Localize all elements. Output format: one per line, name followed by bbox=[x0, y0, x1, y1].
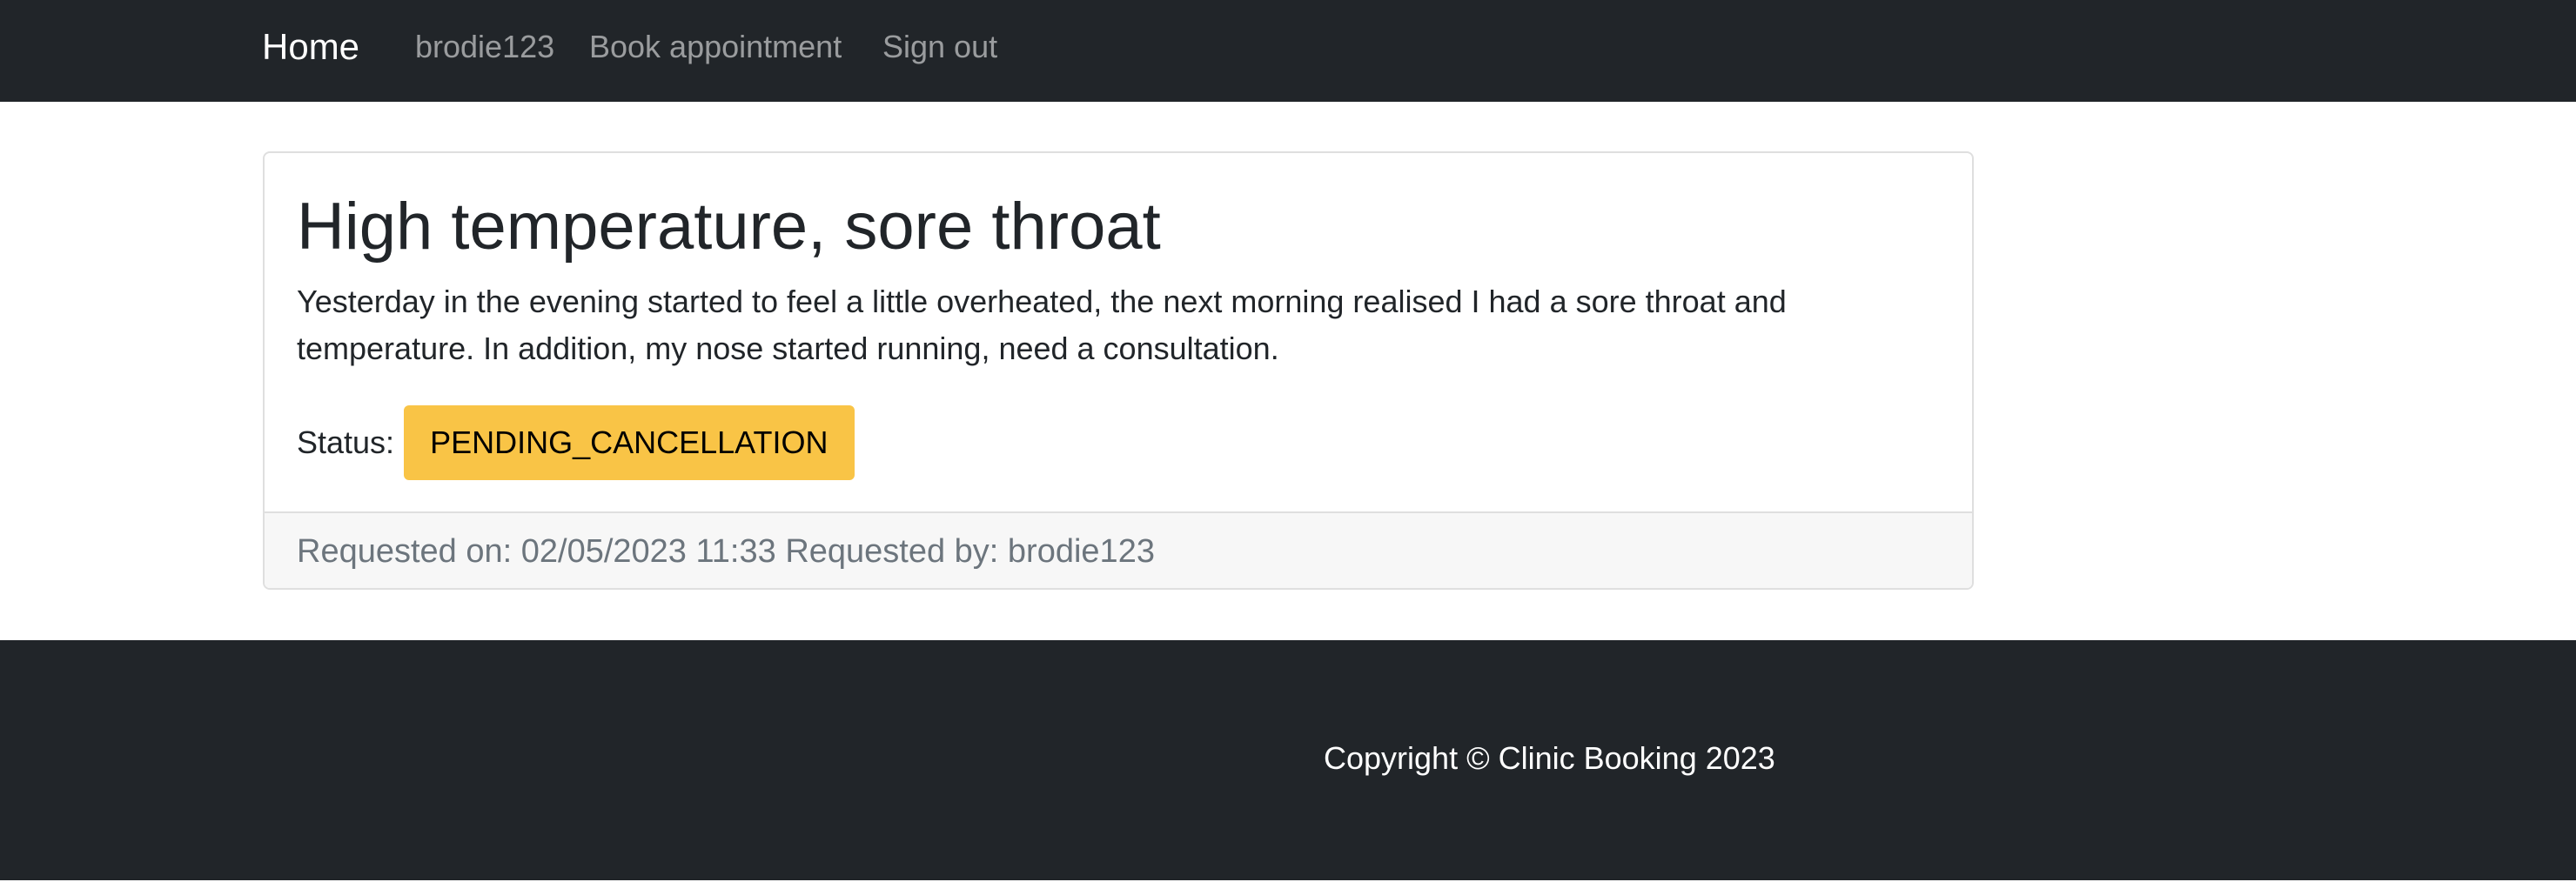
status-badge: PENDING_CANCELLATION bbox=[404, 405, 855, 480]
home-link[interactable]: Home bbox=[262, 24, 359, 70]
appointment-card: High temperature, sore throat Yesterday … bbox=[263, 151, 1974, 590]
nav-sign-out-link[interactable]: Sign out bbox=[882, 28, 997, 66]
nav-book-appointment-link[interactable]: Book appointment bbox=[589, 28, 842, 66]
appointment-title: High temperature, sore throat bbox=[297, 190, 1161, 264]
site-footer: Copyright © Clinic Booking 2023 bbox=[0, 640, 2576, 880]
appointment-description: Yesterday in the evening started to feel… bbox=[297, 284, 1787, 366]
nav-user-link[interactable]: brodie123 bbox=[415, 28, 554, 66]
status-row: Status: PENDING_CANCELLATION bbox=[297, 405, 855, 480]
top-navbar: Home brodie123 Book appointment Sign out bbox=[0, 0, 2576, 102]
request-meta: Requested on: 02/05/2023 11:33 Requested… bbox=[297, 533, 1155, 570]
card-footer: Requested on: 02/05/2023 11:33 Requested… bbox=[265, 511, 1972, 588]
status-label: Status: bbox=[297, 424, 395, 460]
copyright-text: Copyright © Clinic Booking 2023 bbox=[1324, 740, 1775, 776]
